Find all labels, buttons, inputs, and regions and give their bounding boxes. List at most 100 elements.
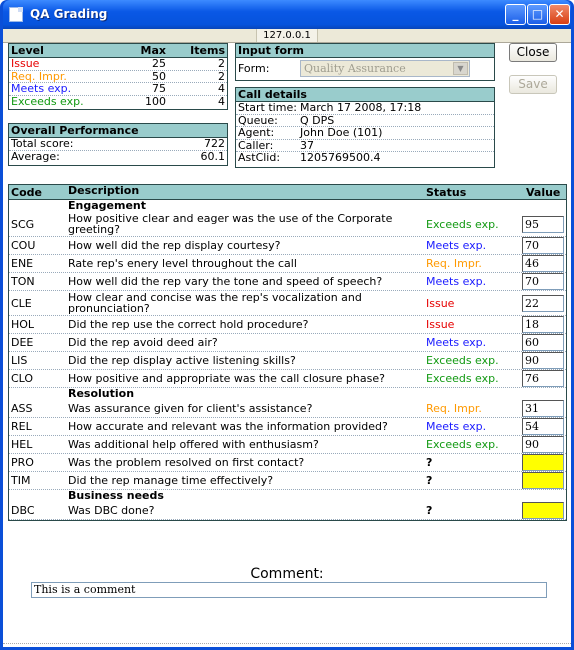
table-row: TON How well did the rep vary the tone an…	[9, 273, 566, 291]
app-window: QA Grading _ □ ✕ 127.0.0.1 Level Max Ite…	[0, 0, 574, 650]
question-description: Did the rep manage time effectively?	[68, 474, 274, 487]
level-row: Issue 25 2	[9, 58, 227, 71]
table-row: HOL Did the rep use the correct hold proc…	[9, 316, 566, 334]
question-code: ENE	[11, 257, 34, 270]
table-header: Code Description Status Value	[9, 185, 566, 200]
status-label: Meets exp.	[426, 239, 487, 252]
status-label: Exceeds exp.	[426, 438, 499, 451]
call-details-title: Call details	[238, 88, 307, 101]
window-title: QA Grading	[30, 7, 108, 21]
close-button[interactable]: Close	[509, 43, 557, 62]
question-description: Did the rep avoid deed air?	[68, 336, 218, 349]
status-label: Exceeds exp.	[426, 354, 499, 367]
question-description: Was the problem resolved on first contac…	[68, 456, 305, 469]
value-input[interactable]: 70	[522, 237, 564, 254]
status-label: Exceeds exp.	[426, 372, 499, 385]
value-input[interactable]: 90	[522, 352, 564, 369]
question-description: How positive clear and eager was the use…	[68, 212, 393, 236]
performance-panel: Overall Performance Total score: 722 Ave…	[8, 123, 228, 166]
value-input[interactable]: 46	[522, 255, 564, 272]
total-score-row: Total score: 722	[9, 138, 227, 151]
total-score-label: Total score:	[11, 137, 74, 150]
question-description: Was additional help offered with enthusi…	[68, 438, 319, 451]
status-label: Issue	[426, 318, 455, 331]
call-details-rows: Start time: March 17 2008, 17:18 Queue: Q D…	[236, 102, 494, 165]
level-label: Issue	[11, 57, 40, 70]
level-row: Meets exp. 75 4	[9, 83, 227, 96]
status-label: Exceeds exp.	[426, 217, 499, 231]
call-detail-value: Q DPS	[300, 113, 335, 127]
question-code: DEE	[11, 336, 34, 349]
table-row: SCG How positive clear and eager was the …	[9, 212, 566, 237]
close-icon[interactable]: ✕	[549, 4, 570, 25]
value-input[interactable]: 60	[522, 334, 564, 351]
code-header: Code	[11, 186, 42, 199]
value-input[interactable]	[522, 454, 564, 471]
value-cell: 90	[522, 436, 566, 453]
question-code: HEL	[11, 438, 33, 451]
value-input[interactable]: 90	[522, 436, 564, 453]
value-input[interactable]: 95	[522, 215, 564, 233]
title-bar[interactable]: QA Grading _ □ ✕	[3, 0, 571, 29]
section-spacer	[9, 200, 68, 212]
status-header: Status	[426, 186, 467, 199]
call-detail-label: Agent:	[238, 126, 275, 139]
question-description: Did the rep display active listening ski…	[68, 354, 296, 367]
table-row: PRO Was the problem resolved on first con…	[9, 454, 566, 472]
call-detail-value: 1205769500.4	[300, 151, 381, 164]
value-input[interactable]	[522, 502, 564, 519]
form-select[interactable]: Quality Assurance ▼	[300, 60, 470, 77]
value-input[interactable]: 54	[522, 418, 564, 435]
call-details-panel: Call details Start time: March 17 2008, 1…	[235, 87, 495, 168]
value-cell: 95	[522, 215, 566, 233]
input-form-title: Input form	[238, 44, 304, 57]
comment-input[interactable]: This is a comment	[31, 582, 547, 598]
status-label: Issue	[426, 296, 455, 310]
window-client: 127.0.0.1 Level Max Items Issue 25 2 Req. I…	[3, 29, 571, 647]
bottom-divider	[3, 643, 571, 647]
value-cell	[522, 502, 566, 519]
status-label: ?	[426, 456, 433, 469]
section-title: Resolution	[68, 387, 135, 400]
level-max: 75	[152, 82, 166, 95]
level-items: 4	[218, 94, 225, 108]
form-label: Form:	[238, 62, 270, 75]
chevron-down-icon[interactable]: ▼	[453, 62, 468, 75]
status-label: ?	[426, 474, 433, 487]
maximize-icon[interactable]: □	[527, 4, 548, 25]
value-input[interactable]: 76	[522, 370, 564, 387]
level-max: 100	[145, 94, 166, 108]
question-description: Rate rep's enery level throughout the ca…	[68, 257, 297, 270]
value-input[interactable]: 70	[522, 273, 564, 290]
value-cell: 60	[522, 334, 566, 351]
question-code: SCG	[11, 217, 35, 231]
level-label: Req. Impr.	[11, 69, 67, 83]
level-items: 2	[218, 57, 225, 70]
value-input[interactable]: 22	[522, 294, 564, 312]
call-detail-value: 37	[300, 138, 314, 152]
value-input[interactable]: 31	[522, 400, 564, 417]
question-code: COU	[11, 239, 36, 252]
value-cell	[522, 472, 566, 489]
value-input[interactable]: 18	[522, 316, 564, 333]
value-input[interactable]	[522, 472, 564, 489]
question-code: TIM	[11, 474, 31, 487]
performance-header: Overall Performance	[9, 124, 227, 138]
value-cell: 90	[522, 352, 566, 369]
level-panel: Level Max Items Issue 25 2 Req. Impr. 50 2 Mee…	[8, 43, 228, 110]
description-header: Description	[68, 184, 140, 197]
average-row: Average: 60.1	[9, 150, 227, 164]
section-spacer	[9, 388, 68, 400]
status-label: Req. Impr.	[426, 402, 482, 415]
section-title: Engagement	[68, 199, 146, 212]
question-code: CLE	[11, 296, 32, 310]
save-button[interactable]: Save	[509, 75, 557, 94]
level-label: Exceeds exp.	[11, 94, 84, 108]
value-cell	[522, 454, 566, 471]
level-max: 50	[152, 69, 166, 83]
call-detail-label: AstClid:	[238, 151, 281, 164]
minimize-icon[interactable]: _	[505, 4, 526, 25]
form-row: Form: Quality Assurance ▼	[236, 58, 494, 79]
status-label: Meets exp.	[426, 420, 487, 433]
table-row: LIS Did the rep display active listening …	[9, 352, 566, 370]
